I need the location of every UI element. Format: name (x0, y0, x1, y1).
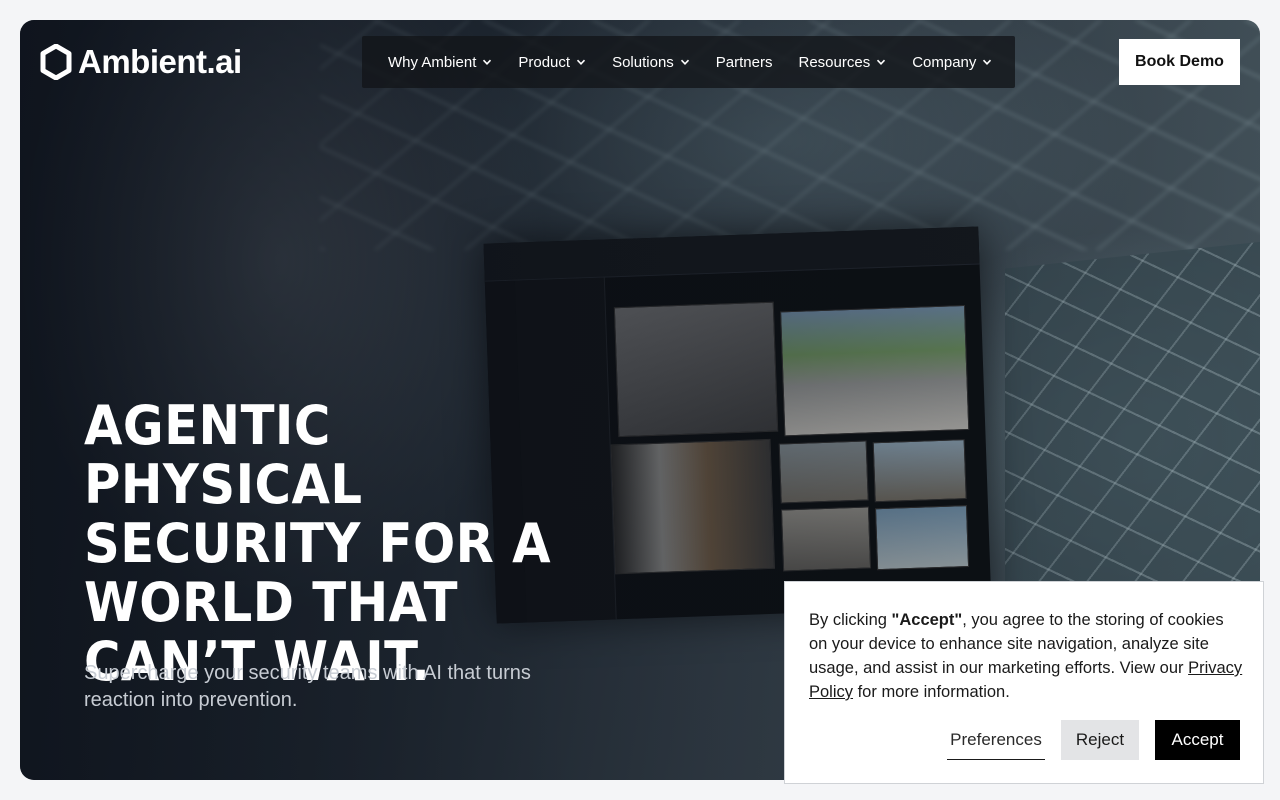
hero-subtext: Supercharge your security teams with AI … (84, 662, 531, 711)
nav-item-company[interactable]: Company (912, 54, 992, 71)
chevron-down-icon (577, 59, 586, 65)
nav-item-label: Partners (715, 53, 773, 71)
preferences-button[interactable]: Preferences (947, 721, 1045, 760)
hexagon-logo-icon (40, 44, 72, 80)
nav-item-partners[interactable]: Partners (716, 54, 773, 71)
cookie-text-bold: "Accept" (891, 611, 963, 629)
reject-button[interactable]: Reject (1061, 720, 1139, 760)
main-nav: Why Ambient Product Solutions Partners R… (362, 36, 1015, 88)
chevron-down-icon (983, 59, 992, 65)
brand-name: Ambient.ai (78, 43, 242, 80)
chevron-down-icon (483, 59, 492, 65)
book-demo-button[interactable]: Book Demo (1119, 39, 1240, 85)
nav-item-why-ambient[interactable]: Why Ambient (388, 54, 492, 71)
nav-item-resources[interactable]: Resources (799, 54, 887, 71)
cookie-banner: By clicking "Accept", you agree to the s… (784, 581, 1264, 784)
chevron-down-icon (877, 59, 886, 65)
nav-item-label: Why Ambient (388, 53, 477, 71)
nav-item-product[interactable]: Product (518, 54, 586, 71)
chevron-down-icon (680, 59, 689, 65)
nav-item-label: Solutions (612, 53, 674, 71)
nav-item-label: Company (912, 53, 977, 71)
nav-item-solutions[interactable]: Solutions (612, 54, 690, 71)
nav-item-label: Product (518, 53, 571, 71)
cookie-message: By clicking "Accept", you agree to the s… (809, 608, 1245, 704)
cookie-text-part: By clicking (809, 611, 892, 629)
hero-headline: AGENTIC PHYSICAL SECURITY FOR A WORLD TH… (84, 394, 552, 693)
cookie-text-part: for more information. (853, 683, 1010, 701)
accept-button[interactable]: Accept (1155, 720, 1240, 760)
brand-logo[interactable]: Ambient.ai (40, 42, 242, 82)
nav-item-label: Resources (798, 53, 871, 71)
